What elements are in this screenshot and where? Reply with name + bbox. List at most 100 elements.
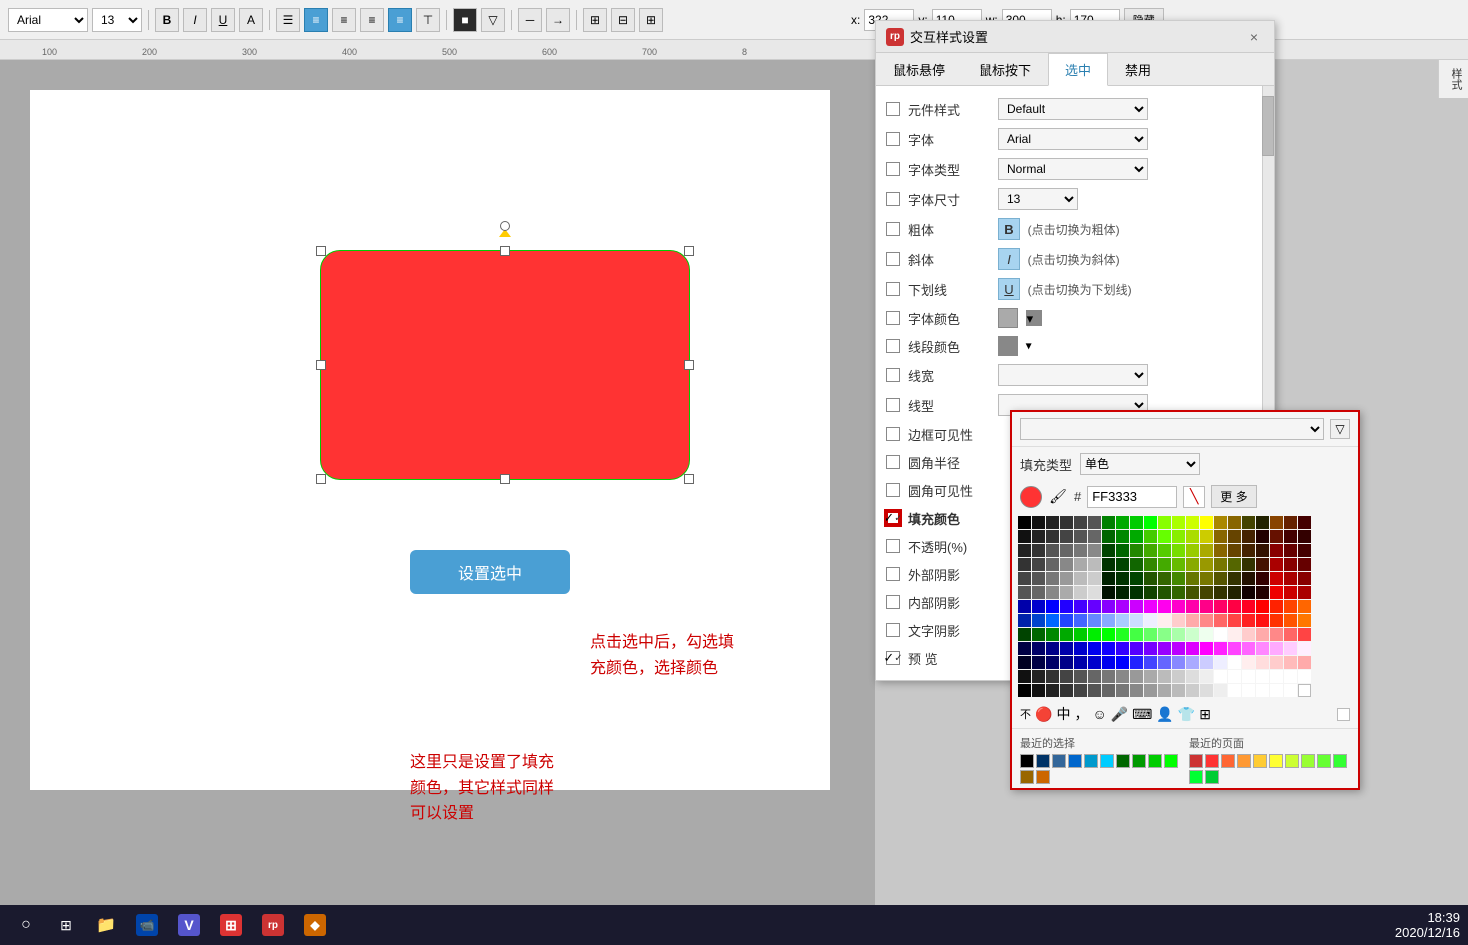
color-cell[interactable] [1046, 600, 1059, 613]
color-cell[interactable] [1284, 544, 1297, 557]
color-cell[interactable] [1102, 586, 1115, 599]
color-cell[interactable] [1144, 684, 1157, 697]
color-cell[interactable] [1018, 544, 1031, 557]
font-color-button[interactable]: A [239, 8, 263, 32]
color-cell[interactable] [1130, 544, 1143, 557]
color-cell[interactable] [1018, 642, 1031, 655]
color-cell[interactable] [1158, 628, 1171, 641]
color-cell[interactable] [1032, 614, 1045, 627]
color-cell[interactable] [1130, 684, 1143, 697]
color-cell[interactable] [1172, 530, 1185, 543]
color-cell[interactable] [1144, 656, 1157, 669]
color-cell[interactable] [1256, 530, 1269, 543]
value-font-color[interactable]: ▾ [998, 308, 1264, 328]
recent-page-color-cell[interactable] [1189, 754, 1203, 768]
color-cell[interactable] [1088, 642, 1101, 655]
color-cell[interactable] [1256, 656, 1269, 669]
color-cell[interactable] [1172, 656, 1185, 669]
search-button[interactable]: ⊞ [48, 909, 84, 941]
color-cell[interactable] [1074, 558, 1087, 571]
recent-color-cell[interactable] [1116, 754, 1130, 768]
color-cell[interactable] [1172, 684, 1185, 697]
color-cell[interactable] [1144, 600, 1157, 613]
recent-page-color-cell[interactable] [1333, 754, 1347, 768]
recent-page-color-cell[interactable] [1189, 770, 1203, 784]
color-cell[interactable] [1214, 600, 1227, 613]
check-line-style[interactable] [886, 398, 900, 412]
dropdown-line-width[interactable] [998, 364, 1148, 386]
color-cell[interactable] [1032, 684, 1045, 697]
color-cell[interactable] [1298, 516, 1311, 529]
color-cell[interactable] [1214, 516, 1227, 529]
color-cell[interactable] [1116, 642, 1129, 655]
recent-color-cell[interactable] [1036, 770, 1050, 784]
color-cell[interactable] [1060, 558, 1073, 571]
color-cell[interactable] [1060, 544, 1073, 557]
color-cell[interactable] [1130, 656, 1143, 669]
color-cell[interactable] [1158, 614, 1171, 627]
color-cell[interactable] [1242, 614, 1255, 627]
start-button[interactable]: ○ [8, 909, 44, 941]
cp-fill-type-dropdown[interactable]: 单色 [1080, 453, 1200, 475]
handle-bm[interactable] [500, 474, 510, 484]
color-cell[interactable] [1284, 516, 1297, 529]
color-cell[interactable] [1088, 586, 1101, 599]
recent-page-color-cell[interactable] [1205, 770, 1219, 784]
border-color-button[interactable]: ▽ [481, 8, 505, 32]
color-cell[interactable] [1270, 516, 1283, 529]
check-component-style[interactable] [886, 102, 900, 116]
handle-tm[interactable] [500, 246, 510, 256]
color-cell[interactable] [1158, 600, 1171, 613]
color-cell[interactable] [1046, 558, 1059, 571]
check-font-color[interactable] [886, 311, 900, 325]
color-cell[interactable] [1214, 586, 1227, 599]
tab-hover[interactable]: 鼠标悬停 [876, 53, 962, 86]
color-cell[interactable] [1256, 544, 1269, 557]
dropdown-font-size[interactable]: 13 [998, 188, 1078, 210]
check-border-visible[interactable] [886, 427, 900, 441]
color-cell[interactable] [1284, 642, 1297, 655]
color-cell[interactable] [1130, 516, 1143, 529]
font-size-select[interactable]: 13 [92, 8, 142, 32]
tab-disabled[interactable]: 禁用 [1108, 53, 1168, 86]
color-cell[interactable] [1298, 656, 1311, 669]
color-cell[interactable] [1186, 558, 1199, 571]
color-cell[interactable] [1088, 684, 1101, 697]
recent-page-color-cell[interactable] [1221, 754, 1235, 768]
color-cell[interactable] [1214, 642, 1227, 655]
color-cell[interactable] [1186, 642, 1199, 655]
color-cell[interactable] [1256, 670, 1269, 683]
color-cell[interactable] [1270, 586, 1283, 599]
color-cell[interactable] [1298, 628, 1311, 641]
color-cell[interactable] [1256, 558, 1269, 571]
color-cell[interactable] [1074, 642, 1087, 655]
recent-page-color-cell[interactable] [1205, 754, 1219, 768]
color-cell[interactable] [1130, 530, 1143, 543]
color-cell[interactable] [1270, 530, 1283, 543]
color-cell[interactable] [1242, 642, 1255, 655]
bold-button[interactable]: B [155, 8, 179, 32]
color-cell[interactable] [1032, 530, 1045, 543]
color-cell[interactable] [1186, 684, 1199, 697]
color-cell[interactable] [1200, 544, 1213, 557]
file-explorer-button[interactable]: 📁 [88, 909, 124, 941]
check-font-type[interactable] [886, 162, 900, 176]
color-cell[interactable] [1116, 572, 1129, 585]
color-cell[interactable] [1242, 628, 1255, 641]
line-style-button[interactable]: ─ [518, 8, 542, 32]
color-cell[interactable] [1228, 670, 1241, 683]
handle-bl[interactable] [316, 474, 326, 484]
value-font-size[interactable]: 13 [998, 188, 1264, 210]
check-text-shadow[interactable] [886, 623, 900, 637]
color-cell[interactable] [1200, 684, 1213, 697]
color-cell[interactable] [1228, 628, 1241, 641]
color-cell[interactable] [1284, 656, 1297, 669]
check-bold[interactable] [886, 222, 900, 236]
color-cell[interactable] [1130, 558, 1143, 571]
check-underline[interactable] [886, 282, 900, 296]
color-cell[interactable] [1032, 642, 1045, 655]
color-cell[interactable] [1018, 656, 1031, 669]
color-cell[interactable] [1060, 572, 1073, 585]
color-cell[interactable] [1144, 628, 1157, 641]
color-cell[interactable] [1060, 586, 1073, 599]
